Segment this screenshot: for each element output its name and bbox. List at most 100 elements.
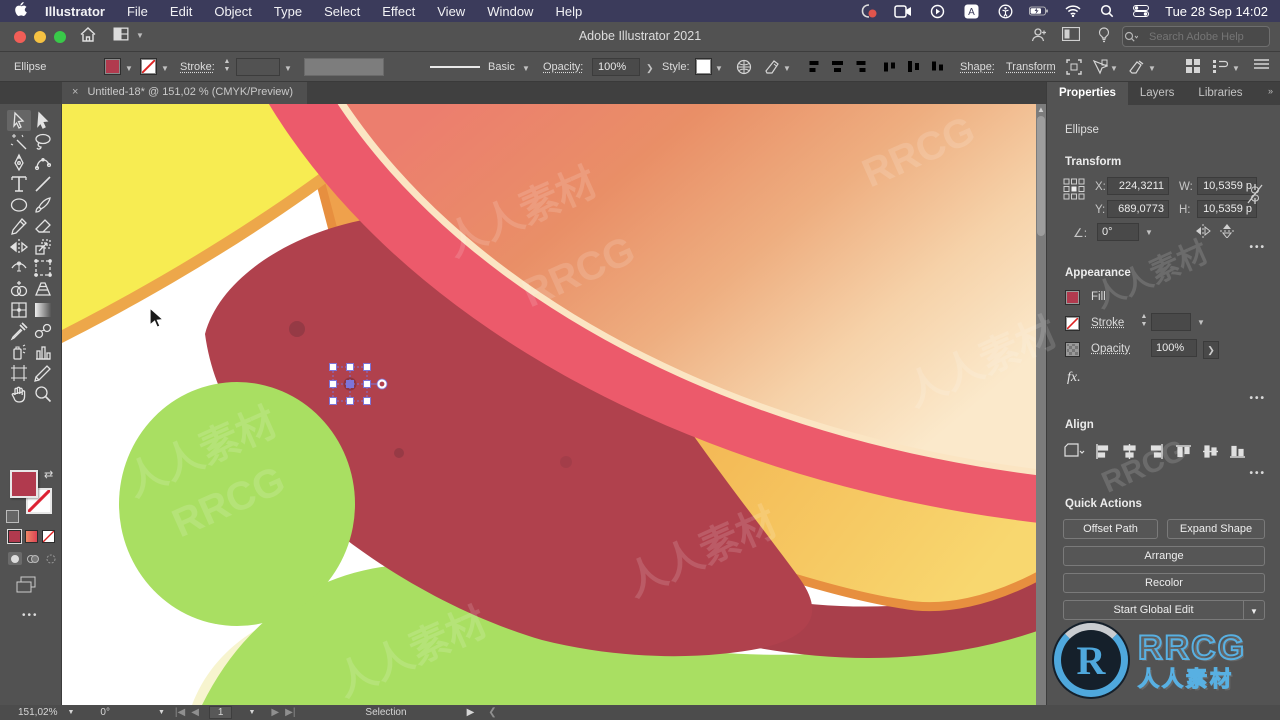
zoom-tool[interactable] — [31, 383, 55, 404]
align-right-icon[interactable] — [854, 59, 869, 77]
input-source-icon[interactable]: A — [961, 3, 981, 19]
scroll-up-icon[interactable]: ▲ — [1037, 105, 1045, 114]
stroke-weight-field-panel[interactable] — [1151, 313, 1191, 331]
document-setup-icon[interactable] — [736, 59, 752, 78]
tab-layers[interactable]: Layers — [1128, 82, 1187, 105]
canvas[interactable] — [62, 104, 1046, 705]
menu-edit[interactable]: Edit — [170, 4, 192, 19]
panel-align-left-icon[interactable] — [1095, 444, 1110, 462]
paintbrush-tool[interactable] — [31, 194, 55, 215]
bounding-box-icon[interactable] — [1066, 59, 1082, 78]
stroke-weight-field[interactable] — [236, 58, 280, 76]
rotation-field[interactable]: 0° — [100, 707, 110, 718]
none-button[interactable] — [42, 530, 55, 543]
stroke-weight-stepper[interactable]: ▲ ▼ — [222, 58, 232, 76]
menu-illustrator[interactable]: Illustrator — [45, 4, 105, 19]
draw-behind-button[interactable] — [26, 552, 40, 565]
tab-properties[interactable]: Properties — [1047, 82, 1128, 105]
panel-align-top-icon[interactable] — [1176, 444, 1191, 462]
prev-artboard-icon[interactable]: ◀ — [191, 707, 199, 718]
color-button[interactable] — [8, 530, 21, 543]
stroke-color-swatch[interactable] — [140, 58, 157, 75]
opacity-link-label[interactable]: Opacity: — [543, 61, 583, 73]
menu-effect[interactable]: Effect — [382, 4, 415, 19]
search-icon[interactable] — [1097, 3, 1117, 19]
rotation-chevron-icon[interactable]: ▼ — [158, 709, 165, 716]
align-bottom-icon[interactable] — [930, 59, 945, 77]
select-similar-chevron-icon[interactable]: ▼ — [1110, 64, 1118, 73]
panel-align-right-icon[interactable] — [1149, 444, 1164, 462]
recolor-artwork-icon[interactable] — [764, 59, 782, 78]
brush-definition-label[interactable]: Basic — [488, 61, 515, 73]
rotation-field[interactable]: 0° — [1097, 223, 1139, 241]
fill-color-swatch[interactable] — [104, 58, 121, 75]
tab-libraries[interactable]: Libraries — [1186, 82, 1254, 105]
eyedropper-tool[interactable] — [7, 320, 31, 341]
appearance-stroke-label[interactable]: Stroke — [1091, 317, 1124, 329]
battery-icon[interactable] — [1029, 3, 1049, 19]
flip-horizontal-icon[interactable] — [1195, 224, 1211, 241]
appearance-fill-swatch[interactable] — [1065, 290, 1080, 305]
width-tool[interactable] — [7, 257, 31, 278]
panel-align-bottom-icon[interactable] — [1230, 444, 1245, 462]
status-play-icon[interactable]: ▶ — [467, 707, 475, 718]
status-back-icon[interactable]: ❮ — [488, 707, 496, 718]
appearance-opacity-swatch[interactable] — [1065, 342, 1080, 357]
play-icon[interactable] — [927, 3, 947, 19]
appearance-opacity-label[interactable]: Opacity — [1091, 343, 1130, 355]
line-segment-tool[interactable] — [31, 173, 55, 194]
menu-type[interactable]: Type — [274, 4, 302, 19]
symbol-sprayer-tool[interactable] — [7, 341, 31, 362]
transform-label[interactable]: Transform — [1006, 61, 1056, 73]
isolate-chevron-icon[interactable]: ▼ — [1148, 64, 1156, 73]
opacity-expand-panel-icon[interactable]: ❯ — [1203, 341, 1219, 359]
vertical-scrollbar[interactable]: ▲ — [1036, 104, 1046, 705]
camera-icon[interactable] — [893, 3, 913, 19]
slice-tool[interactable] — [31, 362, 55, 383]
pen-tool[interactable] — [7, 152, 31, 173]
stroke-weight-chevron-panel[interactable]: ▼ — [1197, 318, 1205, 327]
align-middle-vertical-icon[interactable] — [906, 59, 921, 77]
apple-menu-icon[interactable] — [14, 2, 27, 20]
menu-window[interactable]: Window — [487, 4, 533, 19]
panel-align-middle-icon[interactable] — [1203, 444, 1218, 462]
pencil-tool[interactable] — [7, 215, 31, 236]
selection-tool[interactable] — [7, 110, 31, 131]
type-tool[interactable] — [7, 173, 31, 194]
opacity-field-panel[interactable]: 100% — [1151, 339, 1197, 357]
stroke-link-label[interactable]: Stroke: — [180, 61, 215, 73]
x-field[interactable]: 224,3211 — [1107, 177, 1169, 195]
isolate-icon[interactable] — [1128, 59, 1145, 78]
menu-help[interactable]: Help — [555, 4, 582, 19]
appearance-stroke-swatch[interactable] — [1065, 316, 1080, 331]
expand-shape-button[interactable]: Expand Shape — [1167, 519, 1265, 539]
panel-align-center-icon[interactable] — [1122, 444, 1137, 462]
reference-point-icon[interactable] — [1063, 178, 1085, 203]
share-icon[interactable] — [1031, 27, 1048, 46]
align-top-icon[interactable] — [882, 59, 897, 77]
rotation-chevron-icon[interactable]: ▼ — [1145, 228, 1153, 237]
shape-builder-tool[interactable] — [7, 278, 31, 299]
scrollbar-thumb[interactable] — [1037, 116, 1045, 236]
appearance-fill-label[interactable]: Fill — [1091, 291, 1106, 303]
workspace-grid-icon[interactable] — [1186, 59, 1200, 76]
scale-tool[interactable] — [31, 236, 55, 257]
graph-tool[interactable] — [31, 341, 55, 362]
magic-wand-tool[interactable] — [7, 131, 31, 152]
appearance-more-options-icon[interactable]: ••• — [1249, 393, 1266, 404]
lightbulb-icon[interactable] — [1098, 27, 1110, 46]
artboard-tool[interactable] — [7, 362, 31, 383]
align-center-horizontal-icon[interactable] — [830, 59, 845, 77]
panel-flow-icon[interactable] — [1212, 59, 1228, 76]
fill-proxy-swatch[interactable] — [10, 470, 38, 498]
close-tab-icon[interactable]: × — [72, 86, 78, 98]
select-similar-icon[interactable] — [1092, 59, 1108, 78]
hand-tool[interactable] — [7, 383, 31, 404]
menu-select[interactable]: Select — [324, 4, 360, 19]
edit-toolbar-icon[interactable]: ••• — [22, 610, 39, 621]
direct-selection-tool[interactable] — [31, 110, 55, 131]
blend-tool[interactable] — [31, 320, 55, 341]
y-field[interactable]: 689,0773 — [1107, 200, 1169, 218]
accessibility-icon[interactable] — [995, 3, 1015, 19]
zoom-level-field[interactable]: 151,02% — [18, 707, 57, 718]
